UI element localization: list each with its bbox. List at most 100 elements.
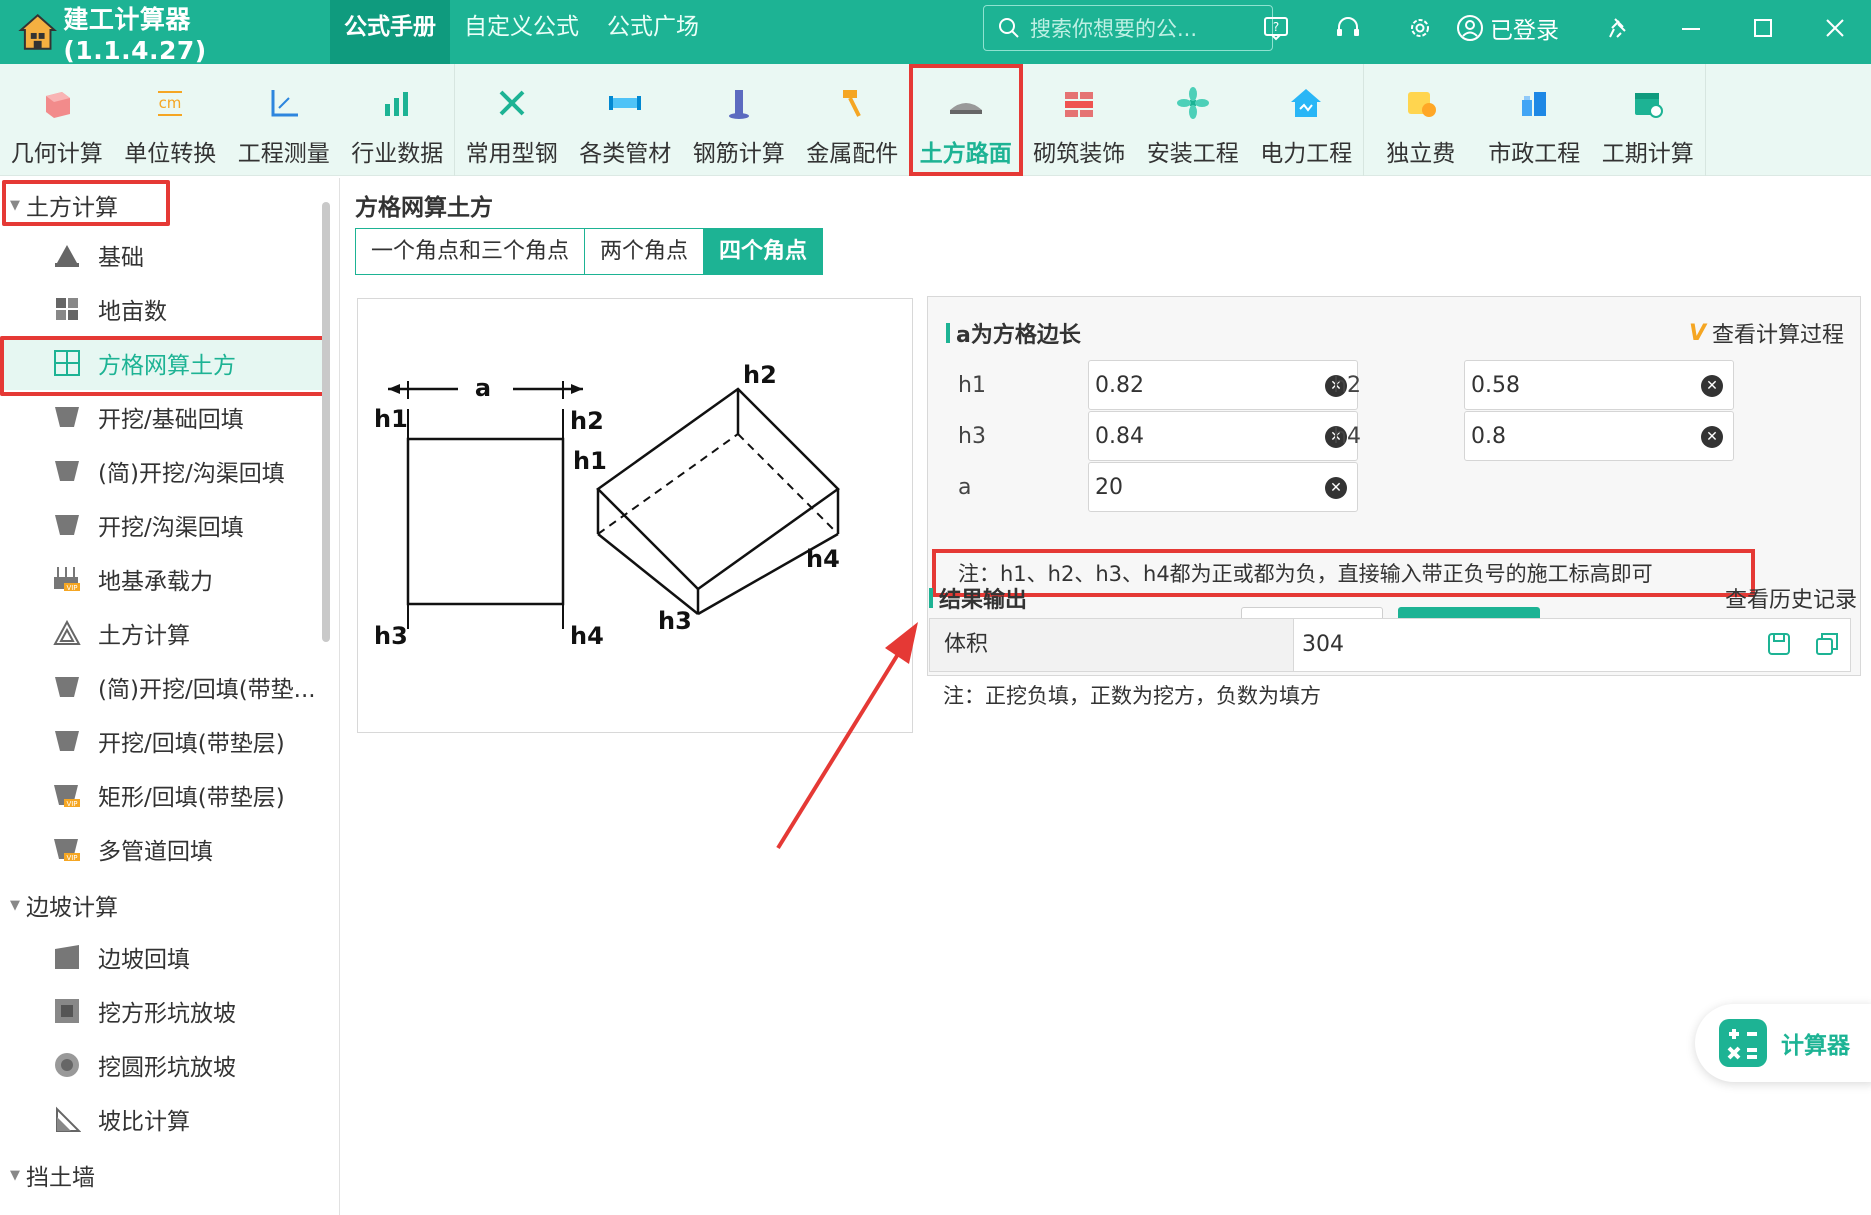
save-icon[interactable] (1766, 631, 1792, 657)
highlight-box (0, 336, 327, 396)
hammer-icon (843, 90, 862, 117)
h4-input[interactable]: 0.8 ✕ (1464, 411, 1734, 461)
h1-input[interactable]: 0.82 ✕ (1088, 360, 1358, 410)
clear-icon[interactable]: ✕ (1701, 426, 1723, 448)
minimize-icon[interactable] (1655, 0, 1727, 56)
tree-item-rect-backfill[interactable]: VIP 矩形/回填(带垫层) (0, 768, 325, 822)
result-note: 注：正挖负填，正数为挖方，负数为填方 (943, 684, 1321, 708)
app-title: 建工计算器(1.1.4.27) (0, 0, 330, 65)
plan-label-h4: h4 (570, 622, 604, 650)
tree-item-foundation[interactable]: 基础 (0, 228, 325, 282)
result-label: 体积 (930, 619, 1294, 671)
pipe-icon (609, 96, 642, 110)
headset-icon[interactable] (1312, 0, 1384, 56)
highlight-box (2, 180, 170, 226)
result-value: 304 (1294, 619, 1850, 671)
category-survey[interactable]: 工程测量 (227, 64, 341, 176)
svg-text:VIP: VIP (66, 584, 77, 592)
road-icon (949, 103, 982, 114)
category-unit-convert[interactable]: cm 单位转换 (114, 64, 228, 176)
tree-item-slope-ratio[interactable]: 坡比计算 (0, 1092, 325, 1146)
category-section-steel[interactable]: 常用型钢 (455, 64, 569, 176)
nav-tab-formula-manual[interactable]: 公式手册 (330, 0, 450, 64)
category-divider (1704, 64, 1706, 176)
category-municipal[interactable]: 市政工程 (1478, 64, 1592, 176)
tools-icon (499, 90, 525, 116)
slope-icon (55, 945, 79, 969)
settings-gear-icon[interactable] (1384, 0, 1456, 56)
category-geometry[interactable]: 几何计算 (0, 64, 114, 176)
tree-item-round-pit-slope[interactable]: 挖圆形坑放坡 (0, 1038, 325, 1092)
clear-icon[interactable]: ✕ (1325, 477, 1347, 499)
tab-one-and-three-corners[interactable]: 一个角点和三个角点 (356, 229, 586, 274)
tree-item-earthwork-calc[interactable]: 土方计算 (0, 606, 325, 660)
sidebar-scrollbar[interactable] (322, 202, 330, 642)
slope-ratio-icon (56, 1106, 81, 1132)
cube-icon (45, 92, 70, 118)
view-calc-process-link[interactable]: V 查看计算过程 (1689, 317, 1844, 349)
category-rebar[interactable]: 钢筋计算 (682, 64, 796, 176)
category-label: 各类管材 (579, 141, 672, 167)
svg-text:cm: cm (159, 94, 182, 112)
nav-tab-formula-square[interactable]: 公式广场 (593, 0, 713, 64)
category-label: 砌筑装饰 (1033, 141, 1126, 167)
h2-input[interactable]: 0.58 ✕ (1464, 360, 1734, 410)
category-metal-fittings[interactable]: 金属配件 (796, 64, 910, 176)
tree-item-simple-backfill-cushion[interactable]: (简)开挖/回填(带垫... (0, 660, 325, 714)
bar-chart-icon (385, 92, 409, 116)
category-label: 安装工程 (1146, 141, 1239, 167)
clear-icon[interactable]: ✕ (1701, 375, 1723, 397)
tree-item-square-pit-slope[interactable]: 挖方形坑放坡 (0, 984, 325, 1038)
tree-item-simple-trench-backfill[interactable]: (简)开挖/沟渠回填 (0, 444, 325, 498)
field-label-h1: h1 (958, 373, 986, 398)
pit-vip-icon: VIP (54, 839, 80, 862)
tree-item-trench-backfill[interactable]: 开挖/沟渠回填 (0, 498, 325, 552)
help-icon[interactable]: ? (1240, 0, 1312, 56)
iso-label-h1: h1 (573, 447, 607, 475)
pit-vip-icon: VIP (54, 785, 80, 808)
tree-item-excavation-backfill[interactable]: 开挖/基础回填 (0, 390, 325, 444)
collapse-arrow-icon: ▼ (10, 897, 20, 913)
maximize-icon[interactable] (1727, 0, 1799, 56)
category-independent-fee[interactable]: 独立费 (1364, 64, 1478, 176)
category-label: 市政工程 (1488, 141, 1581, 167)
sidebar: ▼ 土方计算 基础 地亩数 方格网算土方 开挖/基础回填 (简)开挖/沟渠回填 … (0, 178, 340, 1215)
tree-group-retaining-wall[interactable]: ▼ 挡土墙 (0, 1150, 95, 1200)
category-pipes[interactable]: 各类管材 (569, 64, 683, 176)
view-history-link[interactable]: 查看历史记录 (1725, 582, 1857, 614)
tab-two-corners[interactable]: 两个角点 (585, 229, 705, 274)
search-input[interactable]: 搜索你想要的公... (983, 5, 1273, 51)
main-content: 方格网算土方 一个角点和三个角点 两个角点 四个角点 a h1 h2 h3 h4 (343, 178, 1871, 1215)
tab-four-corners[interactable]: 四个角点 (704, 229, 823, 274)
foundation-icon (55, 245, 79, 267)
tree-item-backfill-cushion[interactable]: 开挖/回填(带垫层) (0, 714, 325, 768)
plan-label-h2: h2 (570, 407, 604, 435)
a-input[interactable]: 20 ✕ (1088, 462, 1358, 512)
nav-tab-custom-formula[interactable]: 自定义公式 (450, 0, 593, 64)
field-label-a: a (958, 475, 972, 500)
tree-item-multi-pipe-backfill[interactable]: VIP 多管道回填 (0, 822, 325, 876)
close-icon[interactable] (1799, 0, 1871, 56)
category-label: 单位转换 (124, 141, 217, 167)
category-schedule[interactable]: 工期计算 (1591, 64, 1705, 176)
h3-input[interactable]: 0.84 ✕ (1088, 411, 1358, 461)
category-earthwork-road[interactable]: 土方路面 (909, 64, 1023, 176)
svg-text:VIP: VIP (66, 854, 77, 862)
tree-group-slope[interactable]: ▼ 边坡计算 (0, 880, 118, 930)
category-label: 几何计算 (10, 141, 103, 167)
tree-item-bearing-capacity[interactable]: VIP 地基承载力 (0, 552, 325, 606)
login-status[interactable]: 已登录 (1456, 11, 1559, 45)
category-industry-data[interactable]: 行业数据 (341, 64, 455, 176)
category-masonry[interactable]: 砌筑装饰 (1023, 64, 1137, 176)
category-installation[interactable]: 安装工程 (1136, 64, 1250, 176)
copy-icon[interactable] (1814, 631, 1840, 657)
pin-icon[interactable] (1583, 0, 1655, 56)
category-label: 钢筋计算 (692, 141, 785, 167)
tree-item-land-area[interactable]: 地亩数 (0, 282, 325, 336)
calculator-fab[interactable]: 计算器 (1695, 1004, 1871, 1082)
search-placeholder: 搜索你想要的公... (1030, 17, 1198, 41)
field-label-h4: h4 (1333, 424, 1361, 449)
category-electrical[interactable]: 电力工程 (1250, 64, 1364, 176)
tree-item-slope-backfill[interactable]: 边坡回填 (0, 930, 325, 984)
vip-icon: V (1688, 320, 1706, 346)
